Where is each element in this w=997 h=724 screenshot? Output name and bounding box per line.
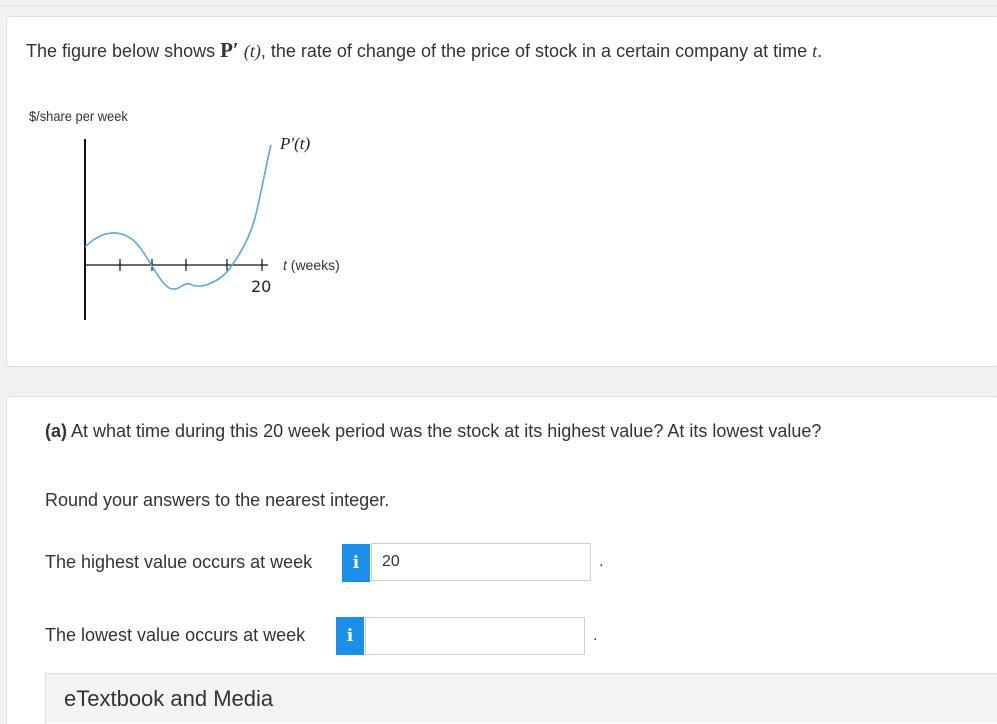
info-icon: i [352, 553, 360, 573]
x-axis-var: t [283, 257, 287, 273]
intro-sentence: The figure below shows P′ (t), the rate … [26, 38, 822, 63]
highest-info-button[interactable]: i [342, 544, 370, 582]
info-icon: i [346, 626, 354, 646]
etextbook-media-label: eTextbook and Media [64, 686, 274, 711]
highest-prompt: The highest value occurs at week [45, 552, 313, 572]
intro-func: P′ [220, 38, 239, 62]
intro-prefix: The figure below shows [26, 41, 221, 61]
part-a-question: (a) At what time during this 20 week per… [45, 421, 821, 442]
lowest-period: . [593, 627, 598, 644]
x-tick-label-20: 20 [251, 277, 272, 296]
lowest-prompt: The lowest value occurs at week [45, 625, 306, 645]
part-a-label: (a) [45, 421, 67, 441]
lowest-week-input[interactable] [365, 617, 585, 655]
intro-end: . [817, 41, 823, 61]
etextbook-media-panel[interactable]: eTextbook and Media [45, 673, 997, 723]
figure-card [6, 16, 997, 367]
lowest-info-button[interactable]: i [336, 617, 364, 655]
highest-week-value: 20 [382, 553, 400, 570]
curve-label: P′(t) [280, 134, 311, 153]
x-axis-label: t (weeks) [283, 257, 340, 273]
intro-arg: (t) [243, 41, 261, 61]
y-axis-label: $/share per week [29, 108, 128, 124]
part-a-question-text: At what time during this 20 week period … [71, 421, 822, 441]
x-axis-unit: (weeks) [290, 257, 340, 273]
intro-suffix: , the rate of change of the price of sto… [260, 41, 813, 61]
highest-week-input[interactable]: 20 [371, 543, 591, 581]
highest-period: . [599, 553, 604, 570]
top-divider [0, 5, 997, 6]
rounding-instruction: Round your answers to the nearest intege… [45, 490, 390, 510]
